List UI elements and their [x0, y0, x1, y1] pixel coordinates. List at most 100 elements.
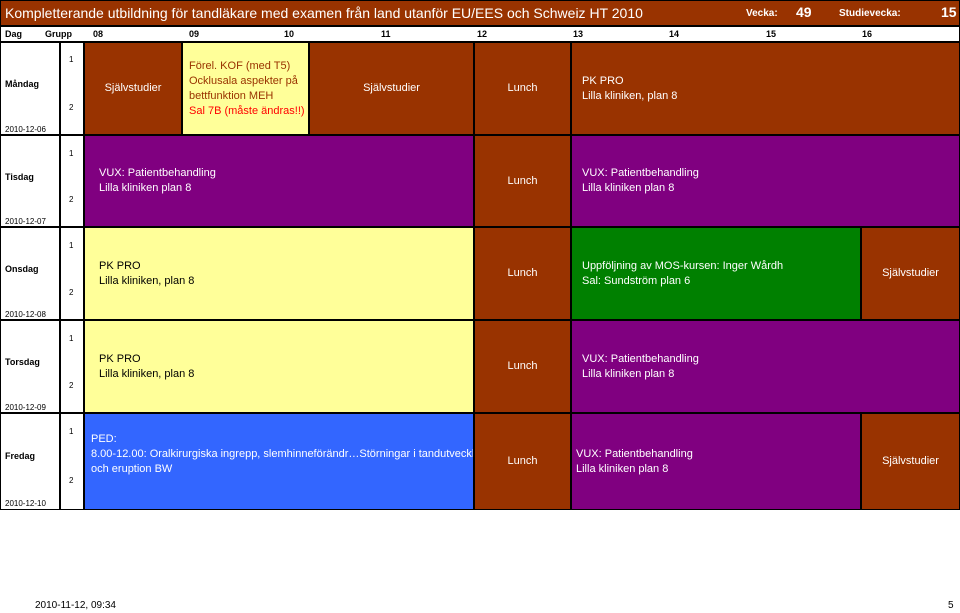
block-line: 8.00-12.00: Oralkirurgiska ingrepp, slem…: [91, 448, 474, 460]
day-name: Onsdag: [5, 264, 39, 274]
block-lecture-kof[interactable]: Förel. KOF (med T5) Ocklusala aspekter p…: [182, 42, 309, 135]
block-line-room: Sal 7B (måste ändras!!): [189, 105, 305, 117]
block-self-study[interactable]: Självstudier: [84, 42, 182, 135]
block-text: Lunch: [507, 267, 538, 279]
header-hour-11: 11: [381, 29, 391, 39]
day-date: 2010-12-08: [5, 310, 46, 319]
day-friday: Fredag 2010-12-10: [0, 413, 60, 510]
block-lunch[interactable]: Lunch: [474, 413, 571, 510]
block-lunch[interactable]: Lunch: [474, 135, 571, 227]
block-self-study[interactable]: Självstudier: [309, 42, 474, 135]
footer-timestamp: 2010-11-12, 09:34: [35, 600, 116, 611]
block-pk-pro[interactable]: PK PRO Lilla kliniken, plan 8: [571, 42, 960, 135]
header-hour-14: 14: [669, 29, 680, 39]
header-grupp: Grupp: [45, 29, 72, 39]
block-line: Sal: Sundström plan 6: [582, 274, 691, 287]
block-text: Lunch: [507, 360, 538, 372]
study-week-value: 15: [941, 4, 957, 20]
block-lunch[interactable]: Lunch: [474, 320, 571, 413]
block-line: Lilla kliniken, plan 8: [99, 367, 195, 380]
block-line: VUX: Patientbehandling: [576, 447, 693, 460]
block-line: Lilla kliniken plan 8: [582, 182, 675, 194]
header-hour-16: 16: [862, 29, 873, 39]
day-name: Torsdag: [5, 357, 40, 367]
block-line: Lilla kliniken, plan 8: [582, 89, 678, 102]
block-line: och eruption BW: [91, 463, 173, 475]
block-self-study[interactable]: Självstudier: [861, 227, 960, 320]
group-1: 1: [69, 427, 74, 436]
block-line: Uppföljning av MOS-kursen: Inger Wårdh: [582, 259, 784, 272]
group-column: 1 2: [60, 135, 84, 227]
block-line: PK PRO: [99, 259, 141, 272]
block-vux-patient[interactable]: VUX: Patientbehandling Lilla kliniken pl…: [571, 135, 960, 227]
block-pk-pro[interactable]: PK PRO Lilla kliniken, plan 8: [84, 320, 474, 413]
day-name: Fredag: [5, 451, 36, 461]
day-date: 2010-12-06: [5, 125, 46, 134]
block-lunch[interactable]: Lunch: [474, 227, 571, 320]
group-1: 1: [69, 334, 74, 343]
group-2: 2: [69, 195, 74, 204]
schedule-title-bar: Kompletterande utbildning för tandläkare…: [0, 0, 960, 26]
block-line: PK PRO: [99, 352, 141, 365]
block-line: Lilla kliniken, plan 8: [99, 274, 195, 287]
block-text: Lunch: [507, 455, 538, 467]
block-text: Självstudier: [104, 82, 162, 94]
group-column: 1 2: [60, 320, 84, 413]
block-text: Självstudier: [363, 82, 420, 94]
day-tuesday: Tisdag 2010-12-07: [0, 135, 60, 227]
block-line: PED:: [91, 433, 117, 445]
group-2: 2: [69, 381, 74, 390]
group-1: 1: [69, 149, 74, 158]
group-2: 2: [69, 476, 74, 485]
header-hour-13: 13: [573, 29, 584, 39]
group-1: 1: [69, 241, 74, 250]
header-hour-09: 09: [189, 29, 200, 39]
block-text: Självstudier: [882, 455, 939, 467]
block-mos-followup[interactable]: Uppföljning av MOS-kursen: Inger Wårdh S…: [571, 227, 861, 320]
block-line: VUX: Patientbehandling: [582, 167, 699, 179]
group-column: 1 2: [60, 227, 84, 320]
block-line: Lilla kliniken plan 8: [582, 367, 675, 380]
block-pk-pro[interactable]: PK PRO Lilla kliniken, plan 8: [84, 227, 474, 320]
study-week-label: Studievecka:: [839, 8, 901, 19]
day-wednesday: Onsdag 2010-12-08: [0, 227, 60, 320]
block-line: PK PRO: [582, 74, 624, 87]
header-hour-12: 12: [477, 29, 488, 39]
block-line: VUX: Patientbehandling: [99, 167, 216, 179]
block-line: Ocklusala aspekter på: [189, 75, 298, 87]
day-monday: Måndag 2010-12-06: [0, 42, 60, 135]
block-text: Lunch: [507, 82, 538, 94]
group-2: 2: [69, 103, 74, 112]
week-label: Vecka:: [746, 8, 778, 19]
block-text: Lunch: [507, 174, 538, 187]
day-name: Måndag: [5, 79, 40, 89]
block-vux-patient[interactable]: VUX: Patientbehandling Lilla kliniken pl…: [571, 413, 861, 510]
header-dag: Dag: [5, 29, 23, 39]
header-hour-15: 15: [766, 29, 777, 39]
header-hour-08: 08: [93, 29, 104, 39]
schedule-title: Kompletterande utbildning för tandläkare…: [5, 5, 643, 21]
group-1: 1: [69, 55, 74, 64]
block-lunch[interactable]: Lunch: [474, 42, 571, 135]
group-2: 2: [69, 288, 74, 297]
header-hour-10: 10: [284, 29, 295, 39]
block-vux-patient[interactable]: VUX: Patientbehandling Lilla kliniken pl…: [84, 135, 474, 227]
group-column: 1 2: [60, 413, 84, 510]
block-line: VUX: Patientbehandling: [582, 352, 699, 365]
day-thursday: Torsdag 2010-12-09: [0, 320, 60, 413]
block-line: Lilla kliniken plan 8: [576, 462, 669, 475]
footer-page-number: 5: [948, 600, 954, 611]
block-line: bettfunktion MEH: [189, 90, 274, 102]
day-name: Tisdag: [5, 172, 34, 182]
block-line: Förel. KOF (med T5): [189, 60, 291, 72]
group-column: 1 2: [60, 42, 84, 135]
day-date: 2010-12-09: [5, 403, 46, 412]
block-self-study[interactable]: Självstudier: [861, 413, 960, 510]
day-date: 2010-12-07: [5, 217, 46, 226]
day-date: 2010-12-10: [5, 499, 46, 508]
block-vux-patient[interactable]: VUX: Patientbehandling Lilla kliniken pl…: [571, 320, 960, 413]
block-ped[interactable]: PED: 8.00-12.00: Oralkirurgiska ingrepp,…: [84, 413, 474, 510]
week-value: 49: [796, 4, 812, 20]
block-line: Lilla kliniken plan 8: [99, 182, 192, 194]
block-text: Självstudier: [882, 267, 939, 279]
